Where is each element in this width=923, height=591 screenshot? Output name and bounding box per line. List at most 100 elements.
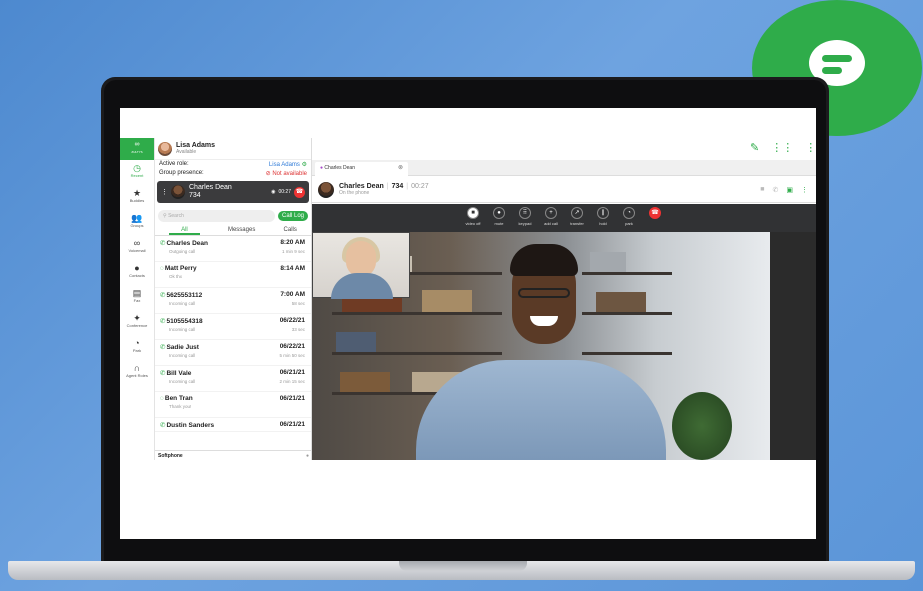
hold-button[interactable]: ∥ hold <box>593 207 613 232</box>
list-item[interactable]: ✆5625553112 7:00 AM Incoming call 58 sec <box>155 288 311 314</box>
caller-status: On the phone <box>339 190 370 196</box>
active-call-name: Charles Dean <box>189 184 232 191</box>
settings-icon[interactable]: ● <box>306 453 309 459</box>
user-header[interactable]: Lisa Adams Available <box>155 138 311 160</box>
phone-in-icon: ✆ <box>160 318 166 325</box>
call-header: Charles Dean | 734 | 00:27 On the phone ■ ✆ … <box>312 177 816 203</box>
headset-icon: ∩ <box>133 363 141 373</box>
list-item[interactable]: ✆Dustin Sanders 06/21/21 <box>155 418 311 432</box>
phone-in-icon: ✆ <box>160 292 166 299</box>
caller-name: Charles Dean <box>339 183 384 190</box>
search-input[interactable]: ⚲ Search <box>158 210 275 222</box>
user-status: Available <box>176 149 197 155</box>
more-icon[interactable]: ⋮ <box>805 141 816 154</box>
nav-park[interactable]: ◔ Park <box>120 335 154 360</box>
avatar <box>171 185 185 199</box>
contact-icon: ● <box>134 263 140 273</box>
call-controls: ■ video off ● mute ⠿ keypad + add call ↗ tran… <box>312 204 816 232</box>
nav-agent-roles[interactable]: ∩ Agent Roles <box>120 360 154 385</box>
nav-voicemail[interactable]: ∞ Voicemail <box>120 235 154 260</box>
nav-recent[interactable]: ◷ Recent <box>120 160 154 185</box>
avatar <box>318 181 334 198</box>
keypad-button[interactable]: ⠿ keypad <box>515 207 535 232</box>
group-icon: 👥 <box>131 213 143 223</box>
transfer-icon: ↗ <box>571 207 583 219</box>
active-role-link[interactable]: Lisa Adams <box>269 162 300 168</box>
fax-icon: ▤ <box>132 288 142 298</box>
more-icon[interactable]: ⋮ <box>161 188 168 196</box>
softphone-bar[interactable]: Softphone ● <box>155 450 312 460</box>
nav-contacts[interactable]: ● Contacts <box>120 260 154 285</box>
self-view[interactable] <box>312 232 410 299</box>
plus-icon: + <box>545 207 557 219</box>
brand-logo: ∞ ZULTYS <box>120 138 154 160</box>
phone-out-icon: ✆ <box>160 240 166 247</box>
close-icon[interactable]: ⊗ <box>398 164 403 171</box>
active-call-ext: 734 <box>189 192 201 199</box>
tab-calls[interactable]: Calls <box>284 227 297 235</box>
apps-grid-icon[interactable]: ⋮⋮ <box>771 141 793 154</box>
phone-in-icon: ✆ <box>160 422 166 429</box>
hangup-icon: ☎ <box>649 207 661 219</box>
voicemail-icon: ∞ <box>133 238 141 248</box>
nav-groups[interactable]: 👥 Groups <box>120 210 154 235</box>
contact-panel: Lisa Adams Available Active role: Lisa A… <box>155 138 312 460</box>
list-item[interactable]: ◌Ben Tran 06/21/21 Thank you! <box>155 392 311 418</box>
call-time: 00:27 <box>411 183 429 190</box>
list-item[interactable]: ✆Sadie Just 06/22/21 Incoming call 5 min 5… <box>155 340 311 366</box>
tab-messages[interactable]: Messages <box>228 227 255 235</box>
tab-charles-dean[interactable]: ● Charles Dean ⊗ <box>315 162 408 176</box>
chat-icon: ◌ <box>160 395 164 402</box>
user-name: Lisa Adams <box>176 142 216 149</box>
transfer-button[interactable]: ↗ transfer <box>567 207 587 232</box>
park-icon: ◔ <box>623 207 635 219</box>
contact-card-icon[interactable]: ▣ <box>786 186 793 194</box>
gear-icon[interactable]: ⚙ <box>302 162 307 168</box>
avatar <box>158 141 172 156</box>
mic-icon: ● <box>493 207 505 219</box>
tab-bar: All Messages Calls <box>155 224 311 236</box>
nav-fax[interactable]: ▤ Fax <box>120 285 154 310</box>
pencil-icon[interactable]: ✎ <box>750 141 759 154</box>
list-item[interactable]: ✆Bill Vale 06/21/21 Incoming call 2 min 15… <box>155 366 311 392</box>
clock-icon: ◷ <box>133 163 141 173</box>
keypad-icon: ⠿ <box>519 207 531 219</box>
active-call-bar[interactable]: ⋮ Charles Dean 734 ◉ 00:27 ☎ <box>157 181 309 203</box>
conference-icon: ✦ <box>133 313 141 323</box>
phone-in-icon: ✆ <box>160 370 166 377</box>
video-icon: ■ <box>467 207 479 219</box>
video-feed <box>312 232 816 460</box>
pause-icon: ∥ <box>597 207 609 219</box>
nav-buddies[interactable]: ★ Buddies <box>120 185 154 210</box>
mute-button[interactable]: ● mute <box>489 207 509 232</box>
list-item[interactable]: ◌Matt Perry 8:14 AM Ok thx <box>155 262 311 288</box>
top-toolbar: ✎ ⋮⋮ ⋮ <box>750 141 816 154</box>
add-call-button[interactable]: + add call <box>541 207 561 232</box>
hangup-button[interactable]: ☎ <box>294 186 305 198</box>
phone-icon[interactable]: ✆ <box>773 186 779 194</box>
list-item[interactable]: ✆Charles Dean 8:20 AM Outgoing call 1 min … <box>155 236 311 262</box>
nav-conference[interactable]: ✦ Conference <box>120 310 154 335</box>
call-log-button[interactable]: Call Log <box>277 211 308 221</box>
park-button[interactable]: ◔ park <box>619 207 639 232</box>
video-icon[interactable]: ■ <box>760 186 764 194</box>
record-icon[interactable]: ◉ <box>271 189 275 195</box>
app-screen: ∞ ZULTYS ◷ Recent ★ Buddies 👥 Groups ∞ Voicem… <box>120 108 816 539</box>
hangup-button[interactable]: ☎ <box>645 207 665 232</box>
caller-ext: 734 <box>391 183 404 190</box>
side-nav: ∞ ZULTYS ◷ Recent ★ Buddies 👥 Groups ∞ Voicem… <box>120 138 155 460</box>
phone-in-icon: ✆ <box>160 344 166 351</box>
star-icon: ★ <box>132 188 142 198</box>
video-off-button[interactable]: ■ video off <box>463 207 483 232</box>
chat-icon: ◌ <box>160 265 164 272</box>
tab-all[interactable]: All <box>169 227 200 235</box>
list-item[interactable]: ✆5105554318 06/22/21 Incoming call 33 sec <box>155 314 311 340</box>
group-presence-value[interactable]: ⊘ Not available <box>266 170 307 177</box>
group-presence-row: Group presence: ⊘ Not available <box>159 170 307 177</box>
active-call-timer: 00:27 <box>278 189 291 195</box>
active-role-row: Active role: Lisa Adams ⚙ <box>159 161 307 168</box>
more-icon[interactable]: ⋮ <box>801 186 808 194</box>
park-icon: ◔ <box>134 338 140 348</box>
call-tab-strip: ● Charles Dean ⊗ <box>312 160 816 176</box>
record-icon: ● <box>320 165 324 171</box>
